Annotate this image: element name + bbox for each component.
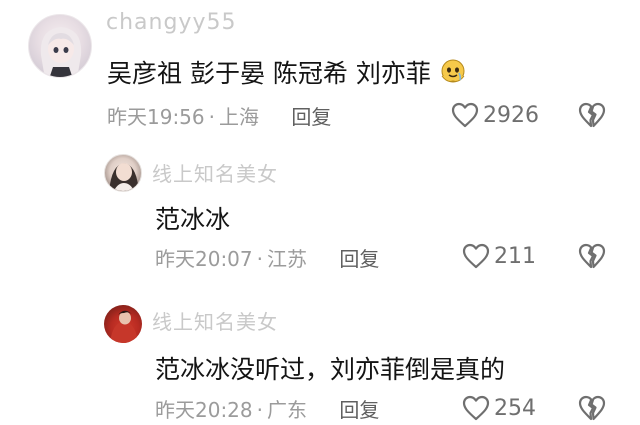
like-button[interactable]: 254 <box>462 393 536 423</box>
like-button[interactable]: 211 <box>462 241 536 271</box>
reply-button[interactable]: 回复 <box>291 105 331 129</box>
dislike-button[interactable] <box>578 395 606 421</box>
melting-face-emoji-icon <box>439 58 467 86</box>
comment-text: 范冰冰没听过，刘亦菲倒是真的 <box>155 355 506 384</box>
dislike-button[interactable] <box>578 243 606 269</box>
comment-time: 昨天20:28 <box>155 398 253 422</box>
broken-heart-icon <box>578 395 606 421</box>
comment-time: 昨天19:56 <box>107 105 205 129</box>
comment-location: 上海 <box>219 105 259 129</box>
like-button[interactable]: 2926 <box>451 100 539 130</box>
broken-heart-icon <box>578 243 606 269</box>
anime-avatar-icon <box>40 27 82 77</box>
comment-username[interactable]: 线上知名美女 <box>152 158 278 187</box>
user-avatar-icon <box>110 310 138 343</box>
like-count: 254 <box>494 395 536 421</box>
meta-separator: · <box>256 398 263 422</box>
avatar[interactable] <box>104 305 142 343</box>
reply-button[interactable]: 回复 <box>339 398 379 422</box>
dislike-button[interactable] <box>578 102 606 128</box>
user-avatar-icon <box>109 163 139 191</box>
comment-meta: 昨天20:07 · 江苏 回复 <box>155 243 379 272</box>
like-count: 2926 <box>483 102 539 128</box>
heart-outline-icon <box>451 102 479 128</box>
comment-text: 范冰冰 <box>155 205 231 234</box>
meta-separator: · <box>208 105 215 129</box>
broken-heart-icon <box>578 102 606 128</box>
heart-outline-icon <box>462 243 490 269</box>
comment-location: 江苏 <box>267 247 307 271</box>
comment-text: 吴彦祖 彭于晏 陈冠希 刘亦菲 <box>107 54 467 90</box>
comment-username[interactable]: changyy55 <box>106 10 236 35</box>
meta-separator: · <box>256 247 263 271</box>
reply-button[interactable]: 回复 <box>339 247 379 271</box>
avatar[interactable] <box>104 154 142 192</box>
comment-meta: 昨天20:28 · 广东 回复 <box>155 394 379 423</box>
heart-outline-icon <box>462 395 490 421</box>
comment-meta: 昨天19:56 · 上海 回复 <box>107 101 331 130</box>
like-count: 211 <box>494 243 536 269</box>
avatar[interactable] <box>28 14 92 78</box>
comment-time: 昨天20:07 <box>155 247 253 271</box>
comment-text-content: 吴彦祖 彭于晏 陈冠希 刘亦菲 <box>107 59 431 88</box>
comment-location: 广东 <box>267 398 307 422</box>
comment-username[interactable]: 线上知名美女 <box>152 306 278 335</box>
